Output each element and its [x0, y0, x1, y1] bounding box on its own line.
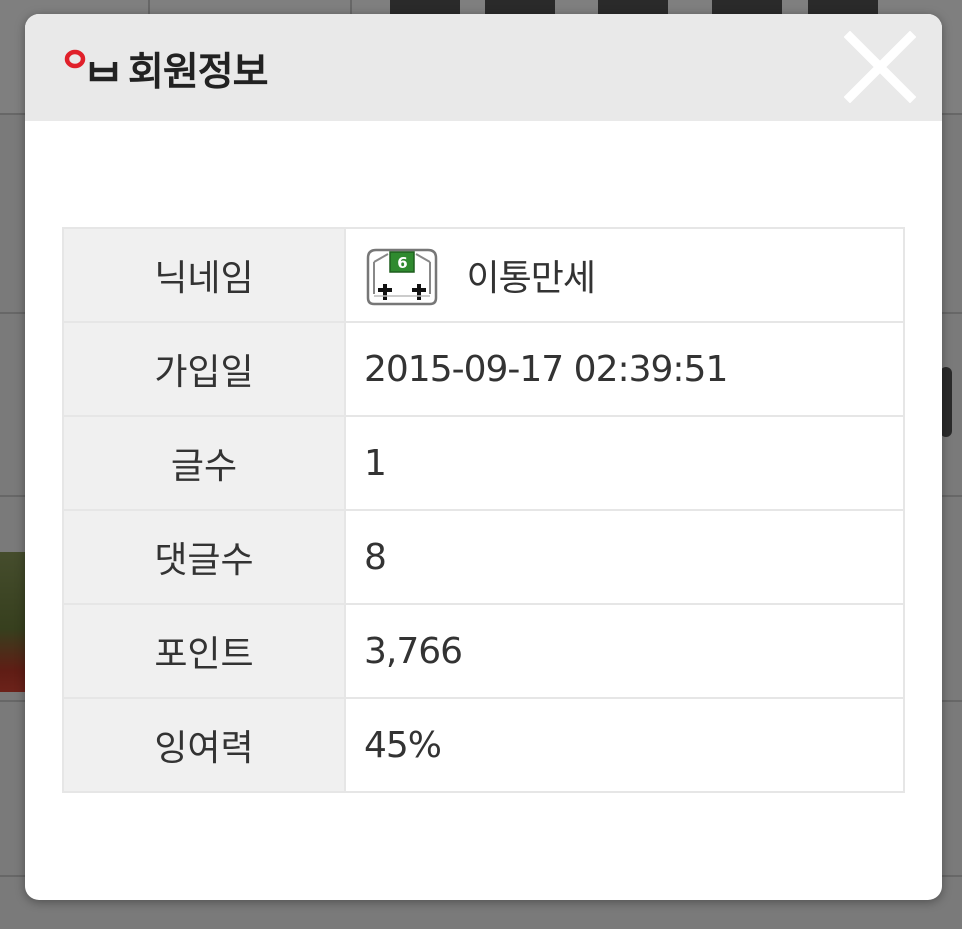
points-value: 3,766 [344, 603, 905, 699]
row-label: 댓글수 [62, 509, 346, 605]
modal-header: 회원정보 [25, 14, 942, 121]
post-count-value: 1 [344, 415, 905, 511]
row-label: 가입일 [62, 321, 346, 417]
nickname-cell: 6 이통만세 [344, 227, 905, 323]
close-icon[interactable] [843, 30, 917, 104]
table-row: 닉네임 6 이통만세 [62, 227, 905, 323]
table-row: 포인트 3,766 [62, 603, 905, 699]
table-row: 잉여력 45% [62, 697, 905, 793]
close-button[interactable] [843, 30, 917, 104]
row-label: 닉네임 [62, 227, 346, 323]
table-row: 글수 1 [62, 415, 905, 511]
level-badge-icon: 6 [366, 248, 438, 306]
member-info-table: 닉네임 6 이통만세 가입일 2015-09-17 02:39:51 글수 1 [62, 227, 905, 793]
surplus-power-value: 45% [344, 697, 905, 793]
row-label: 글수 [62, 415, 346, 511]
table-row: 댓글수 8 [62, 509, 905, 605]
site-logo [64, 49, 118, 82]
table-row: 가입일 2015-09-17 02:39:51 [62, 321, 905, 417]
join-date-value: 2015-09-17 02:39:51 [344, 321, 905, 417]
comment-count-value: 8 [344, 509, 905, 605]
row-label: 포인트 [62, 603, 346, 699]
nickname-value: 이통만세 [466, 258, 595, 299]
level-number: 6 [397, 254, 407, 272]
row-label: 잉여력 [62, 697, 346, 793]
modal-title: 회원정보 [128, 50, 269, 95]
member-info-modal: 회원정보 닉네임 6 이통만세 가입일 2015-09-17 02:39:51 … [25, 14, 942, 900]
